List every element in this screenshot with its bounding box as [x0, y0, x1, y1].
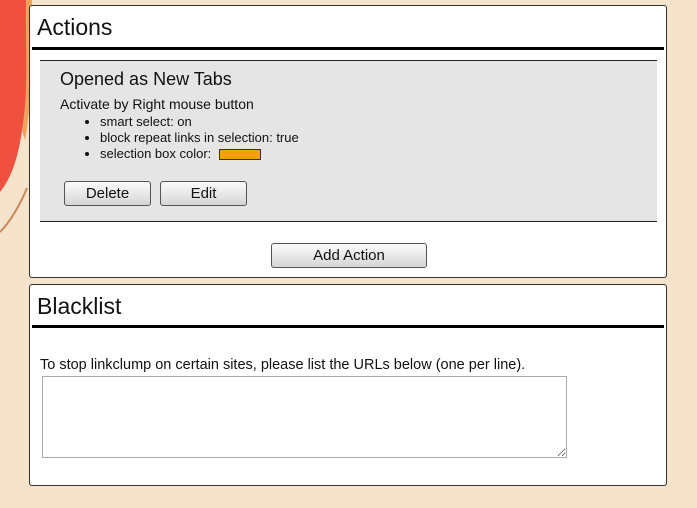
actions-divider	[32, 47, 664, 50]
option-selection-box-color: selection box color:	[100, 146, 299, 162]
blacklist-divider	[32, 325, 664, 328]
option-smart-select: smart select: on	[100, 114, 299, 130]
action-card: Opened as New Tabs Activate by Right mou…	[40, 60, 657, 222]
option-block-repeat: block repeat links in selection: true	[100, 130, 299, 146]
blacklist-heading: Blacklist	[37, 293, 122, 319]
action-options-list: smart select: on block repeat links in s…	[84, 114, 299, 162]
selection-box-color-label: selection box color:	[100, 146, 212, 161]
selection-color-swatch	[219, 149, 262, 161]
action-activation: Activate by Right mouse button	[60, 96, 254, 112]
blacklist-panel: Blacklist To stop linkclump on certain s…	[29, 284, 667, 486]
blacklist-urls-input[interactable]	[42, 376, 567, 458]
delete-action-button[interactable]: Delete	[64, 181, 151, 206]
add-action-button[interactable]: Add Action	[271, 243, 427, 268]
actions-heading: Actions	[37, 14, 113, 40]
action-title: Opened as New Tabs	[60, 69, 232, 89]
blacklist-help-text: To stop linkclump on certain sites, plea…	[40, 357, 526, 373]
actions-panel: Actions Opened as New Tabs Activate by R…	[29, 5, 667, 278]
edit-action-button[interactable]: Edit	[160, 181, 247, 206]
